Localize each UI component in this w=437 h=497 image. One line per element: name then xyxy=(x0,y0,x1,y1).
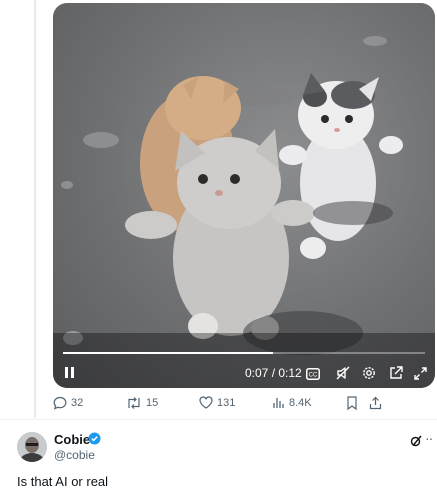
heart-icon xyxy=(199,396,213,409)
progress-fill xyxy=(63,352,273,354)
svg-text:CC: CC xyxy=(309,373,318,379)
reply-icon xyxy=(53,396,67,410)
fullscreen-icon[interactable] xyxy=(414,367,427,380)
author-handle[interactable]: @cobie xyxy=(54,448,95,462)
like-action[interactable]: 131 xyxy=(199,396,235,409)
views-icon xyxy=(273,398,284,408)
video-player[interactable]: 0:07 / 0:12 CC xyxy=(53,3,435,388)
author-name[interactable]: Cobie xyxy=(54,432,90,447)
video-frame xyxy=(53,36,435,388)
views-count: 8.4K xyxy=(289,396,312,409)
views-action[interactable]: 8.4K xyxy=(272,396,312,409)
bookmark-action[interactable] xyxy=(346,396,358,410)
mute-icon[interactable] xyxy=(336,366,350,380)
tweet-actions: 32 15 131 8.4K xyxy=(53,396,393,416)
progress-track[interactable] xyxy=(63,352,425,354)
avatar[interactable] xyxy=(17,432,47,462)
more-options-icon[interactable]: ·· xyxy=(425,430,433,446)
bookmark-icon xyxy=(347,396,357,410)
repost-action[interactable]: 15 xyxy=(126,396,158,410)
repost-icon xyxy=(128,397,140,409)
divider xyxy=(0,419,437,420)
thread-line xyxy=(34,0,36,418)
video-controls: 0:07 / 0:12 CC xyxy=(53,356,435,388)
settings-icon[interactable] xyxy=(362,366,376,380)
share-icon xyxy=(369,396,382,410)
captions-icon[interactable]: CC xyxy=(306,368,320,380)
repost-count: 15 xyxy=(146,397,159,409)
pop-out-icon[interactable] xyxy=(389,366,403,380)
like-count: 131 xyxy=(217,396,236,409)
timecode: 0:07 / 0:12 xyxy=(245,366,302,380)
share-action[interactable] xyxy=(369,396,382,410)
grok-icon[interactable] xyxy=(410,434,422,452)
reply-count: 32 xyxy=(71,397,84,409)
total-time: 0:12 xyxy=(278,366,302,380)
reply-text: Is that AI or real xyxy=(17,474,109,489)
pause-icon[interactable] xyxy=(65,367,75,378)
time-separator: / xyxy=(268,366,279,380)
current-time: 0:07 xyxy=(245,366,269,380)
reply-action[interactable]: 32 xyxy=(53,396,83,410)
avatar-image xyxy=(17,432,47,462)
